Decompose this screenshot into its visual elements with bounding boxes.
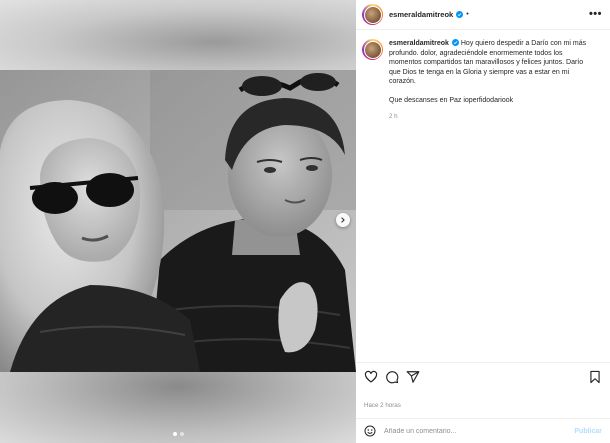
bookmark-icon[interactable] — [588, 370, 602, 384]
heart-icon[interactable] — [364, 370, 378, 384]
caption-avatar[interactable] — [362, 39, 383, 60]
carousel-dot-active — [173, 432, 177, 436]
post-caption: esmeraldamitreok Hoy quiero despedir a D… — [356, 30, 610, 121]
caption-text: esmeraldamitreok Hoy quiero despedir a D… — [389, 39, 595, 121]
publish-button[interactable]: Publicar — [574, 428, 602, 435]
avatar[interactable] — [362, 4, 383, 25]
carousel-dots — [173, 432, 184, 436]
verified-badge-icon — [456, 11, 464, 18]
username-link[interactable]: esmeraldamitreok — [389, 10, 453, 19]
post-details-panel: esmeraldamitreok • ••• esmeraldamitreok … — [356, 0, 610, 443]
post-media — [0, 0, 356, 443]
media-blur-top — [0, 0, 356, 70]
carousel-next-button[interactable] — [336, 213, 350, 227]
comment-input[interactable] — [384, 427, 575, 435]
header-separator: • — [466, 11, 469, 18]
post-timestamp[interactable]: Hace 2 horas — [364, 402, 401, 409]
comment-icon[interactable] — [385, 370, 399, 384]
comment-bar: Publicar — [356, 418, 610, 443]
caption-username[interactable]: esmeraldamitreok — [389, 40, 449, 47]
more-horizontal-icon[interactable]: ••• — [589, 9, 602, 20]
post-header: esmeraldamitreok • ••• — [356, 0, 610, 30]
verified-badge-icon — [451, 39, 459, 46]
carousel-dot — [180, 432, 184, 436]
post-photo[interactable] — [0, 70, 356, 372]
share-icon[interactable] — [406, 370, 420, 384]
post-actions — [356, 362, 610, 390]
chevron-right-icon — [341, 217, 345, 223]
caption-paragraph-2: Que descanses en Paz ioperfidodariook — [389, 96, 514, 104]
emoji-icon[interactable] — [364, 425, 376, 437]
caption-timestamp[interactable]: 2 h — [389, 112, 595, 122]
